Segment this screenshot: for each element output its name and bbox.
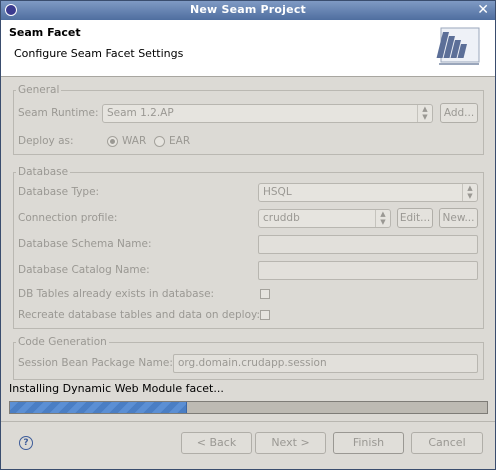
seam-runtime-value: Seam 1.2.AP	[107, 107, 174, 119]
new-profile-button[interactable]: New...	[439, 208, 478, 228]
finish-button[interactable]: Finish	[333, 432, 404, 454]
database-type-value: HSQL	[263, 186, 292, 198]
connection-profile-value: cruddb	[263, 212, 300, 224]
progress-status-text: Installing Dynamic Web Module facet...	[9, 382, 224, 395]
deploy-as-label: Deploy as:	[18, 135, 74, 147]
add-runtime-button[interactable]: Add...	[440, 103, 478, 123]
general-legend: General	[18, 84, 60, 96]
seam-runtime-combo[interactable]: Seam 1.2.AP ▲ ▼	[102, 104, 433, 123]
help-icon[interactable]: ?	[19, 436, 33, 450]
seam-runtime-label: Seam Runtime:	[18, 107, 99, 119]
code-generation-legend: Code Generation	[18, 336, 107, 348]
next-button[interactable]: Next >	[255, 432, 326, 454]
back-button[interactable]: < Back	[181, 432, 252, 454]
combo-arrows-icon: ▲ ▼	[462, 184, 477, 201]
schema-name-field[interactable]	[258, 235, 478, 254]
catalog-name-field[interactable]	[258, 261, 478, 280]
catalog-name-label: Database Catalog Name:	[18, 264, 150, 276]
session-bean-package-value: org.domain.crudapp.session	[178, 357, 327, 369]
edit-profile-button[interactable]: Edit...	[397, 208, 433, 228]
wizard-banner: Seam Facet Configure Seam Facet Settings	[1, 20, 495, 77]
war-label: WAR	[122, 135, 147, 147]
close-icon[interactable]: ✕	[477, 2, 489, 18]
footer-divider	[1, 421, 495, 422]
progress-bar	[9, 401, 488, 414]
seam-wizard-icon	[436, 27, 480, 65]
page-description: Configure Seam Facet Settings	[14, 47, 184, 60]
recreate-tables-label: Recreate database tables and data on dep…	[18, 309, 260, 321]
database-legend: Database	[18, 166, 69, 178]
database-type-label: Database Type:	[18, 186, 100, 198]
tables-exist-checkbox[interactable]	[260, 289, 270, 299]
schema-name-label: Database Schema Name:	[18, 238, 152, 250]
ear-label: EAR	[169, 135, 191, 147]
war-radio[interactable]	[107, 136, 118, 147]
ear-radio[interactable]	[154, 136, 165, 147]
connection-profile-combo[interactable]: cruddb ▲ ▼	[258, 209, 391, 228]
session-bean-package-field[interactable]: org.domain.crudapp.session	[173, 354, 478, 373]
wizard-content: General Seam Runtime: Seam 1.2.AP ▲ ▼ Add…	[1, 77, 495, 380]
combo-arrows-icon: ▲ ▼	[417, 105, 432, 122]
cancel-button[interactable]: Cancel	[411, 432, 483, 454]
combo-arrows-icon: ▲ ▼	[375, 210, 390, 227]
connection-profile-label: Connection profile:	[18, 212, 118, 224]
tables-exist-label: DB Tables already exists in database:	[18, 288, 215, 300]
database-type-combo[interactable]: HSQL ▲ ▼	[258, 183, 478, 202]
progress-bar-fill	[10, 402, 188, 413]
dialog-window: New Seam Project ✕ Seam Facet Configure …	[0, 0, 496, 470]
window-title: New Seam Project	[189, 3, 306, 16]
title-bar: New Seam Project ✕	[1, 1, 495, 20]
page-title: Seam Facet	[9, 26, 81, 39]
session-bean-package-label: Session Bean Package Name:	[18, 357, 173, 369]
recreate-tables-checkbox[interactable]	[260, 310, 270, 320]
